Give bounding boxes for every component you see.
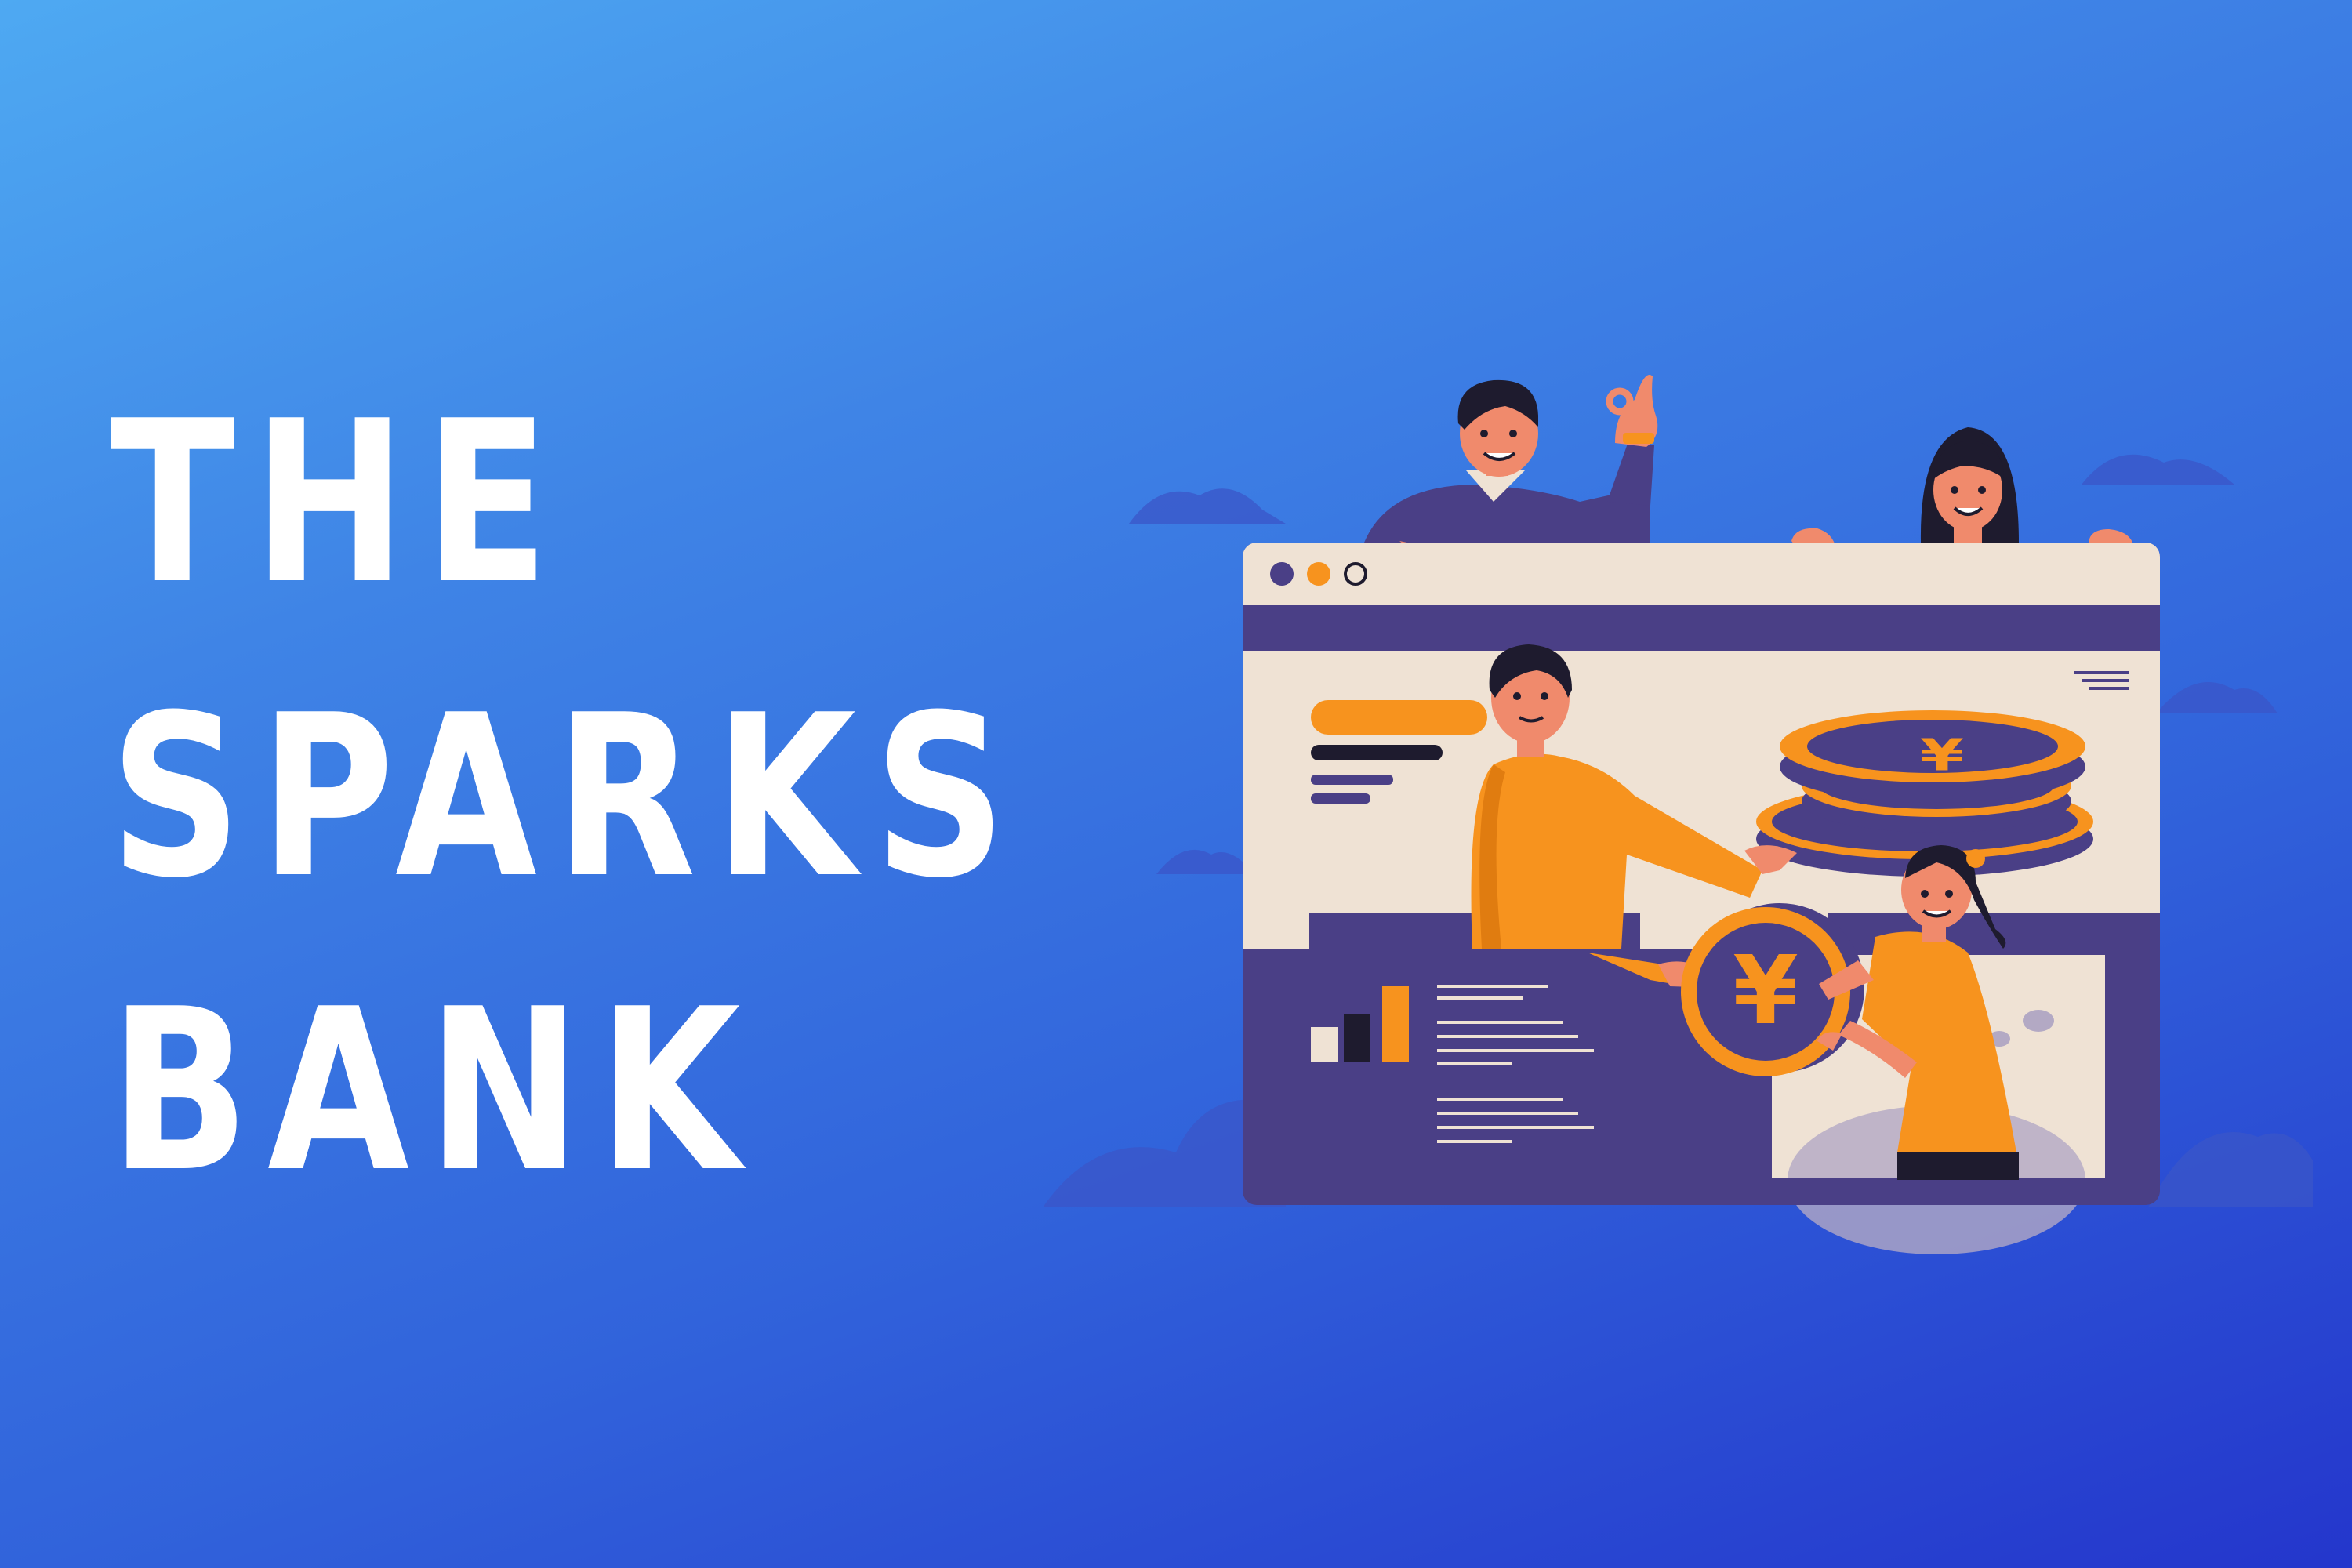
man-top-left bbox=[1364, 375, 1658, 571]
bank-illustration: ¥ ¥ bbox=[1043, 375, 2313, 1254]
browser-window bbox=[1243, 543, 2160, 1254]
banner: THE SPARKS BANK ¥ ¥ bbox=[0, 0, 2352, 1568]
headline-line-3: BANK bbox=[110, 961, 759, 1221]
headline-line-1: THE bbox=[110, 373, 568, 633]
headline-line-2: SPARKS bbox=[110, 667, 1025, 927]
yuan-symbol: ¥ bbox=[1733, 937, 1798, 1046]
headline: THE SPARKS BANK bbox=[110, 357, 1024, 1239]
svg-text:¥: ¥ bbox=[1920, 730, 1964, 781]
